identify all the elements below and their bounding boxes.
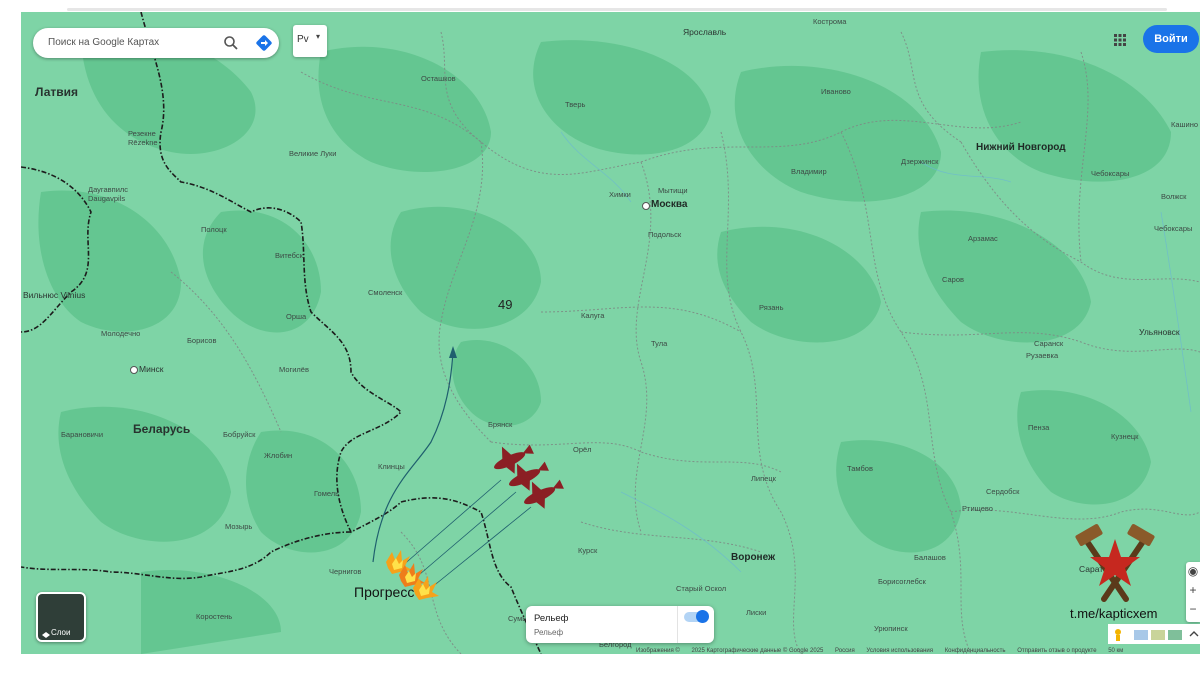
zoom-out-button[interactable]: −: [1186, 600, 1200, 619]
footer-feedback[interactable]: Отправить отзыв о продукте: [1017, 648, 1096, 654]
relief-subtitle: Рельеф: [534, 628, 564, 637]
map-type-select[interactable]: Рv ▾: [293, 25, 327, 57]
footer-terms[interactable]: Условия использования: [866, 648, 933, 654]
login-button[interactable]: Войти: [1143, 25, 1199, 53]
trajectory-lines: [400, 479, 532, 593]
impact-label: Прогресс: [354, 584, 415, 600]
zoom-in-button[interactable]: +: [1186, 581, 1200, 600]
relief-title: Рельеф: [534, 613, 569, 624]
relief-panel[interactable]: Рельеф Рельеф: [526, 606, 714, 643]
layers-button[interactable]: Слои: [36, 592, 86, 642]
directions-icon[interactable]: [255, 34, 273, 57]
drones: [494, 444, 564, 509]
top-strip: [67, 8, 1167, 11]
location-icon[interactable]: ◉: [1186, 562, 1200, 581]
search-input[interactable]: Поиск на Google Картах: [48, 37, 159, 48]
map-footer: Изображения © 2025 Картографические данн…: [636, 648, 1133, 654]
attack-overlay: [372, 346, 1155, 602]
flight-path-arrow: [372, 351, 454, 563]
footer-imagery: Изображения ©: [636, 648, 680, 654]
footer-scale[interactable]: 50 км: [1108, 648, 1123, 654]
relief-divider: [677, 606, 678, 643]
chevron-down-icon: ▾: [316, 32, 321, 41]
zoom-control[interactable]: ◉ + −: [1186, 562, 1200, 622]
layers-label: Слои: [51, 628, 71, 637]
footer-map-data[interactable]: 2025 Картографические данные © Google 20…: [691, 648, 823, 654]
map-canvas[interactable]: Латвия Беларусь Ярославль Москва Нижний …: [21, 12, 1200, 654]
map-type-label: Рv: [297, 34, 309, 45]
watermark: t.me/kapticxem: [1070, 606, 1158, 621]
search-box[interactable]: Поиск на Google Картах: [33, 28, 279, 58]
relief-toggle-knob[interactable]: [696, 610, 709, 623]
footer-country[interactable]: Россия: [835, 648, 855, 654]
layers-icon: [42, 627, 50, 640]
hammer-logo: [1075, 524, 1155, 602]
apps-grid-icon[interactable]: [1113, 33, 1127, 52]
street-view-strip[interactable]: [1108, 624, 1200, 644]
search-icon[interactable]: [223, 35, 239, 56]
footer-privacy[interactable]: Конфиденциальность: [945, 648, 1006, 654]
arrow-head: [449, 346, 457, 358]
